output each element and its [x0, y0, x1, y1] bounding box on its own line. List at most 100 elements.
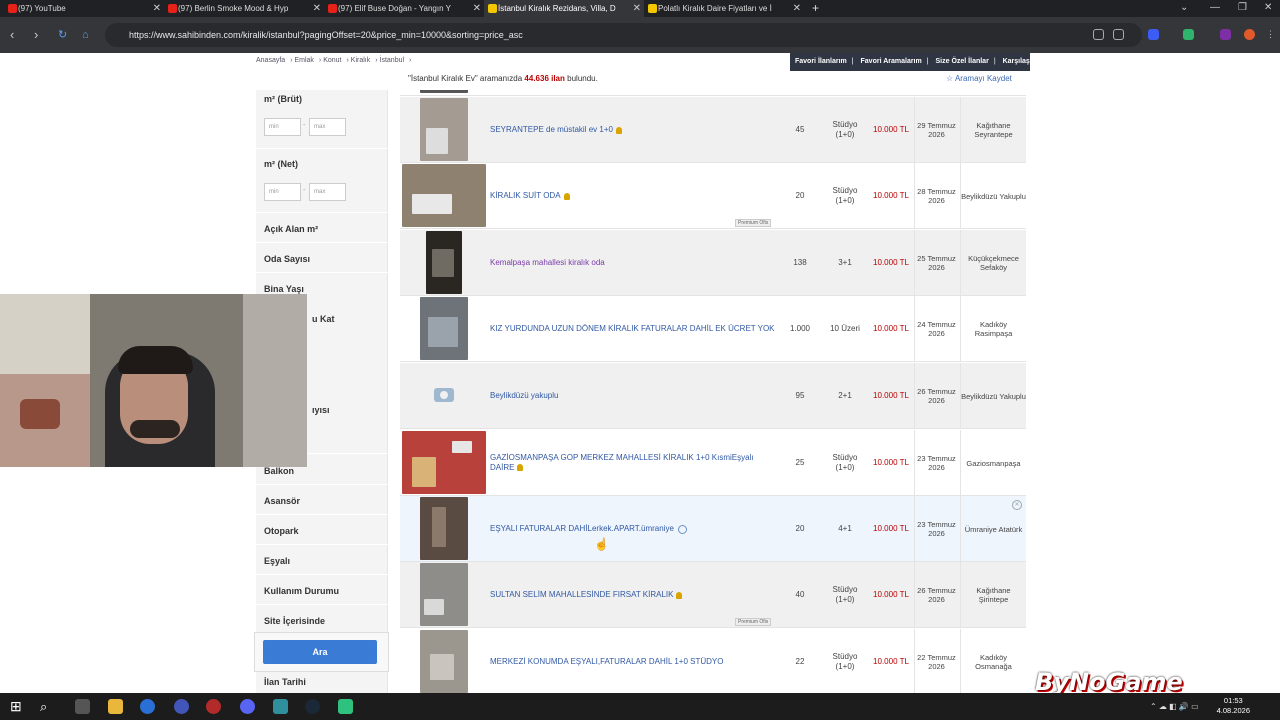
filter-heating[interactable]: ıyısı	[312, 405, 330, 415]
table-row[interactable]: KİRALIK SUİT ODA Premium Ofis 20 Stüdyo …	[400, 163, 1026, 229]
app-icon[interactable]	[174, 699, 189, 714]
minimize-icon[interactable]: —	[1210, 2, 1220, 13]
browser-tab[interactable]: (97) Berlin Smoke Mood & Hyp ✕	[164, 0, 324, 17]
listing-thumbnail[interactable]	[402, 98, 486, 161]
browser-tab[interactable]: (97) Elif Buse Doğan - Yangın Y ✕	[324, 0, 484, 17]
listing-title[interactable]: GAZİOSMANPAŞA GOP MERKEZ MAHALLESİ KİRAL…	[490, 430, 775, 496]
breadcrumb-link[interactable]: Anasayfa	[256, 57, 285, 64]
table-row[interactable]: SEYRANTEPE de müstakil ev 1+0 45 Stüdyo …	[400, 97, 1026, 163]
menu-icon[interactable]: ⋮	[1266, 29, 1277, 40]
filter-open-area[interactable]: Açık Alan m²	[264, 224, 318, 234]
favorite-listings-link[interactable]: Favori İlanlarım	[795, 58, 847, 65]
listing-thumbnail[interactable]	[402, 364, 486, 427]
filter-elevator[interactable]: Asansör	[264, 496, 300, 506]
table-row[interactable]: MERKEZİ KONUMDA EŞYALI,FATURALAR DAHİL 1…	[400, 629, 1026, 693]
table-row[interactable]: KIZ YURDUNDA UZUN DÖNEM KİRALIK FATURALA…	[400, 296, 1026, 362]
close-window-icon[interactable]: ✕	[1264, 2, 1272, 13]
clock[interactable]: 01:53 4.08.2026	[1217, 696, 1250, 716]
close-tab-icon[interactable]: ✕	[313, 0, 321, 17]
table-row-hovered[interactable]: EŞYALI FATURALAR DAHİLerkek.APART.ümrani…	[400, 496, 1026, 562]
browser-tab[interactable]: Polatlı Kiralık Daire Fiyatları ve İ ✕	[644, 0, 804, 17]
maximize-icon[interactable]: ❐	[1238, 2, 1247, 13]
browser-tab[interactable]: (97) YouTube ✕	[4, 0, 164, 17]
steam-icon[interactable]	[305, 699, 320, 714]
filter-listing-date[interactable]: İlan Tarihi	[264, 677, 306, 687]
save-search-link[interactable]: ☆ Aramayı Kaydet	[946, 74, 1012, 83]
listing-price: 10.000 TL	[873, 391, 909, 400]
compare-link[interactable]: Karşılaştır	[1003, 58, 1037, 65]
home-icon[interactable]: ⌂	[82, 28, 89, 42]
close-tab-icon[interactable]: ✕	[473, 0, 481, 17]
close-tab-icon[interactable]: ✕	[793, 0, 801, 17]
area-gross-min-input[interactable]: min	[264, 118, 301, 136]
table-row[interactable]: GAZİOSMANPAŞA GOP MERKEZ MAHALLESİ KİRAL…	[400, 430, 1026, 496]
filter-usage-status[interactable]: Kullanım Durumu	[264, 586, 339, 596]
listing-title[interactable]: KİRALIK SUİT ODA	[490, 163, 775, 229]
windows-start-icon[interactable]: ⊞	[10, 699, 25, 714]
listing-thumbnail[interactable]	[402, 563, 486, 626]
listing-title[interactable]: SEYRANTEPE de müstakil ev 1+0	[490, 97, 775, 163]
filter-area-gross[interactable]: m² (Brüt)	[264, 94, 302, 104]
filter-area-net[interactable]: m² (Net)	[264, 159, 298, 169]
close-tab-icon[interactable]: ✕	[153, 0, 161, 17]
table-row[interactable]: SULTAN SELİM MAHALLESİNDE FIRSAT KİRALIK…	[400, 562, 1026, 628]
favorite-circle-icon[interactable]	[677, 524, 687, 534]
area-net-max-input[interactable]: max	[309, 183, 346, 201]
listing-title[interactable]: SULTAN SELİM MAHALLESİNDE FIRSAT KİRALIK	[490, 562, 775, 628]
extension-icon[interactable]	[1220, 29, 1231, 40]
listing-title[interactable]: KIZ YURDUNDA UZUN DÖNEM KİRALIK FATURALA…	[490, 296, 775, 362]
filter-floor[interactable]: u Kat	[312, 314, 335, 324]
profile-avatar[interactable]	[1244, 29, 1255, 40]
remove-icon[interactable]: ✕	[1012, 500, 1022, 510]
special-listings-link[interactable]: Size Özel İlanlar	[936, 58, 989, 65]
listing-title[interactable]: Beylikdüzü yakuplu	[490, 363, 775, 429]
tab-search-icon[interactable]: ⌄	[1180, 2, 1188, 13]
url-field[interactable]: https://www.sahibinden.com/kiralik/istan…	[105, 23, 1142, 47]
filter-building-age[interactable]: Bina Yaşı	[264, 284, 304, 294]
search-button[interactable]: Ara	[263, 640, 377, 664]
listing-thumbnail[interactable]	[402, 231, 486, 294]
breadcrumb-link[interactable]: İstanbul	[380, 57, 405, 64]
filter-parking[interactable]: Otopark	[264, 526, 299, 536]
browser-tab-active[interactable]: İstanbul Kiralık Rezidans, Villa, D ✕	[484, 0, 644, 17]
breadcrumb-link[interactable]: Konut	[323, 57, 341, 64]
filter-furnished[interactable]: Eşyalı	[264, 556, 290, 566]
reload-icon[interactable]: ↻	[58, 28, 67, 42]
listing-thumbnail[interactable]	[402, 164, 486, 227]
new-tab-button[interactable]: +	[808, 0, 828, 17]
bookmark-icon[interactable]	[1113, 29, 1124, 40]
listing-thumbnail[interactable]	[402, 630, 486, 693]
file-explorer-icon[interactable]	[108, 699, 123, 714]
app-icon[interactable]	[338, 699, 353, 714]
back-icon[interactable]: ‹	[10, 28, 14, 42]
filter-balcony[interactable]: Balkon	[264, 466, 294, 476]
listing-title[interactable]: Kemalpaşa mahallesi kiralık oda	[490, 230, 775, 296]
area-net-min-input[interactable]: min	[264, 183, 301, 201]
breadcrumb-link[interactable]: Emlak	[294, 57, 313, 64]
listing-title[interactable]: EŞYALI FATURALAR DAHİLerkek.APART.ümrani…	[490, 496, 775, 562]
area-gross-max-input[interactable]: max	[309, 118, 346, 136]
extension-icon[interactable]	[1148, 29, 1159, 40]
task-view-icon[interactable]	[75, 699, 90, 714]
breadcrumb-link[interactable]: Kiralık	[351, 57, 370, 64]
browser-icon[interactable]	[140, 699, 155, 714]
table-row[interactable]: Beylikdüzü yakuplu 95 2+1 10.000 TL 26 T…	[400, 363, 1026, 429]
search-icon[interactable]: ⌕	[40, 699, 55, 714]
app-icon[interactable]	[273, 699, 288, 714]
lab-icon[interactable]	[1183, 29, 1194, 40]
share-icon[interactable]	[1093, 29, 1104, 40]
listing-title[interactable]: MERKEZİ KONUMDA EŞYALI,FATURALAR DAHİL 1…	[490, 629, 775, 693]
app-icon[interactable]	[206, 699, 221, 714]
favorite-searches-link[interactable]: Favori Aramalarım	[861, 58, 922, 65]
filter-in-site[interactable]: Site İçerisinde	[264, 616, 325, 626]
discord-icon[interactable]	[240, 699, 255, 714]
listing-thumbnail[interactable]	[402, 431, 486, 494]
listing-thumbnail[interactable]	[402, 297, 486, 360]
close-tab-icon[interactable]: ✕	[633, 0, 641, 17]
listing-thumbnail[interactable]	[402, 497, 486, 560]
filter-room-count[interactable]: Oda Sayısı	[264, 254, 310, 264]
listing-price: 10.000 TL	[873, 191, 909, 200]
system-tray-icons[interactable]: ⌃ ☁ ◧ 🔊 ▭	[1150, 702, 1199, 711]
table-row[interactable]: Kemalpaşa mahallesi kiralık oda 138 3+1 …	[400, 230, 1026, 296]
forward-icon[interactable]: ›	[34, 28, 38, 42]
